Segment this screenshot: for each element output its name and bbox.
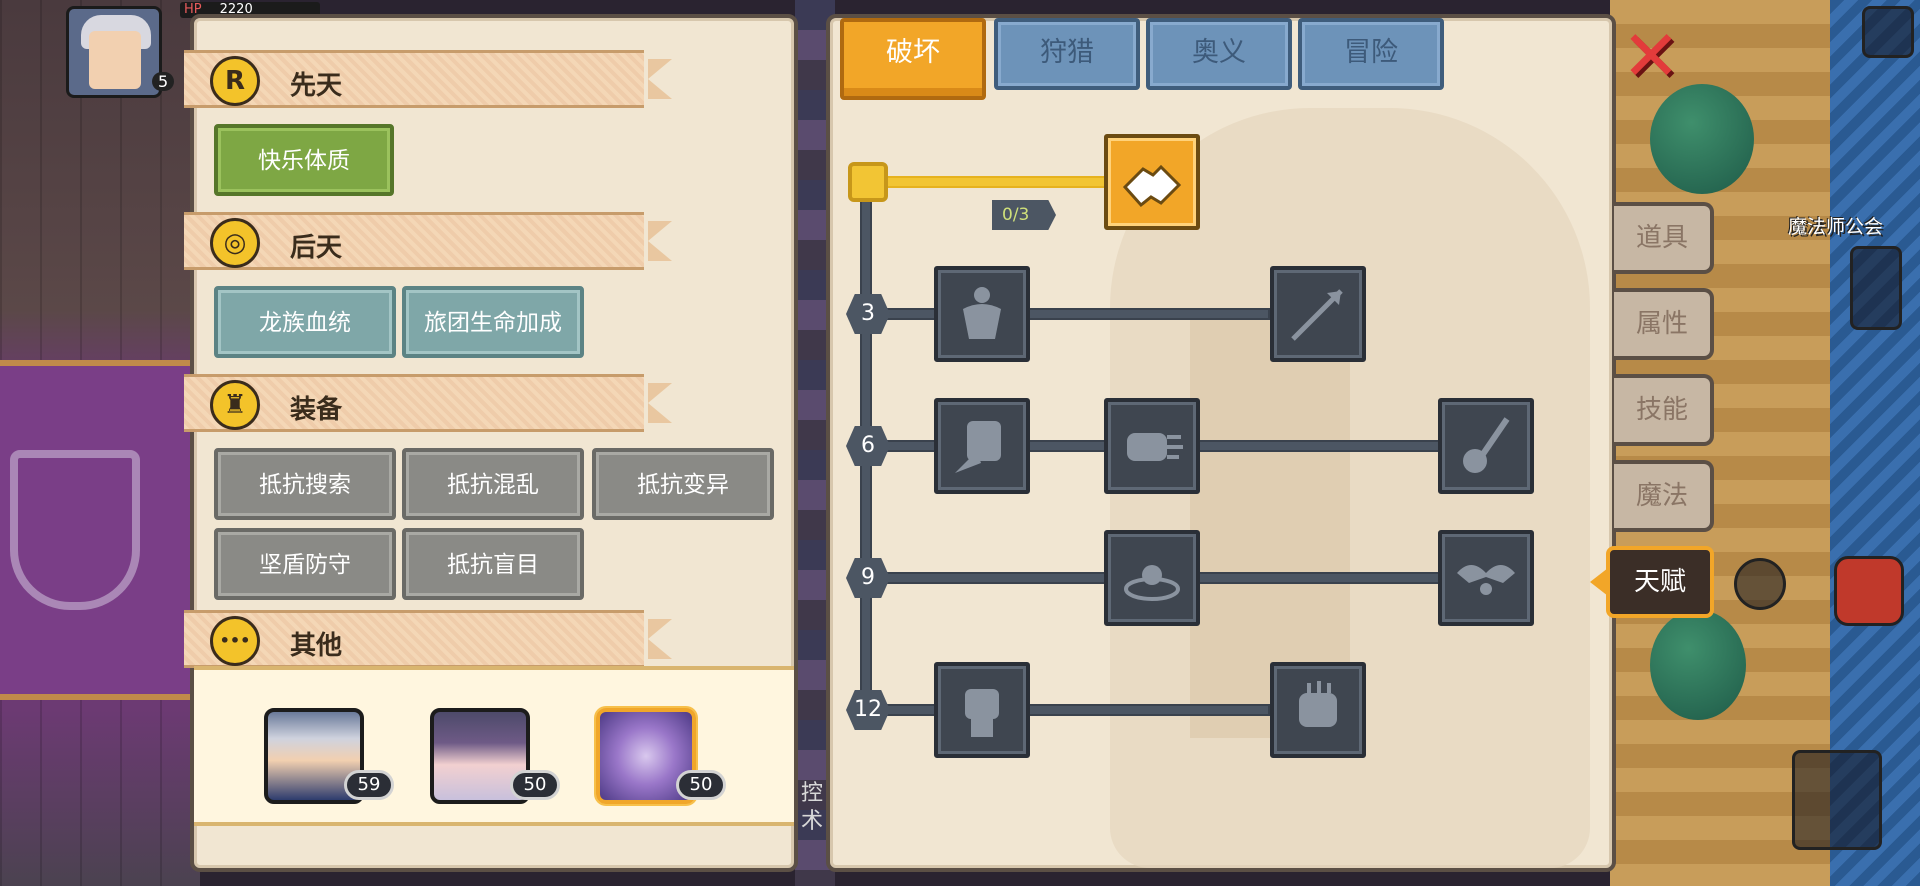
bow-weapon-icon[interactable] (1792, 750, 1882, 850)
skill-handshake[interactable] (1104, 134, 1200, 230)
skill-shockwave[interactable] (1104, 530, 1200, 626)
guild-crest-emblem (10, 450, 140, 610)
skill-strength[interactable] (934, 266, 1030, 362)
skill-shield-strike[interactable] (934, 398, 1030, 494)
character-level-badge: 50 (676, 770, 726, 800)
rank-r-icon: R (210, 56, 260, 106)
tier-node: 3 (846, 294, 890, 334)
character-level-badge: 59 (344, 770, 394, 800)
section-banner-acquired: ◎ 后天 (184, 212, 672, 270)
bat-wing-icon (1457, 565, 1515, 595)
tree-branch-line-unlocked (870, 176, 1106, 188)
side-menu-talent[interactable]: 天赋 (1590, 546, 1714, 618)
tier-node: 12 (846, 690, 890, 730)
raised-fist-icon (965, 689, 999, 737)
iron-fist-icon (1299, 681, 1337, 727)
blade-splash-icon (1463, 417, 1510, 473)
side-menu-attributes[interactable]: 属性 (1614, 288, 1714, 360)
section-title-acquired: 后天 (290, 233, 343, 263)
player-level-badge: 5 (152, 72, 175, 91)
player-portrait[interactable] (66, 6, 162, 98)
skill-arrow[interactable] (1270, 266, 1366, 362)
trait-tag[interactable]: 抵抗混乱 (402, 448, 584, 520)
skill-bat-wing[interactable] (1438, 530, 1534, 626)
section-banner-equipment: ♜ 装备 (184, 374, 672, 432)
section-banner-innate: R 先天 (184, 50, 672, 108)
banner-tail (648, 221, 672, 261)
handshake-icon (1122, 164, 1182, 208)
minimap-toggle-icon[interactable] (1862, 6, 1914, 58)
phone-icon[interactable] (1850, 246, 1902, 330)
tree-branch-line (870, 704, 1270, 716)
skill-blade-splash[interactable] (1438, 398, 1534, 494)
side-menu-skills[interactable]: 技能 (1614, 374, 1714, 446)
shield-strike-icon (955, 421, 1001, 473)
side-menu-talent-label: 天赋 (1633, 567, 1686, 597)
tier-node: 9 (846, 558, 890, 598)
fist-punch-icon (1127, 433, 1183, 461)
muscle-body-icon (963, 287, 1001, 339)
section-banner-other: ••• 其他 (184, 610, 672, 668)
hourglass-icon[interactable] (1734, 558, 1786, 610)
tree-start-node (848, 162, 888, 202)
banner-tail (648, 619, 672, 659)
trait-tag[interactable]: 坚盾防守 (214, 528, 396, 600)
trait-tag[interactable]: 抵抗变异 (592, 448, 774, 520)
tab-destruction[interactable]: 破坏 (840, 18, 986, 100)
close-icon[interactable]: ✕ (1620, 21, 1682, 91)
section-title-innate: 先天 (290, 71, 343, 101)
map-location-label: 魔法师公会 (1788, 216, 1884, 238)
sword-weapon-icon[interactable] (1620, 750, 1700, 830)
tree-sprite (1650, 84, 1754, 194)
tab-hunting[interactable]: 狩猎 (994, 18, 1140, 90)
dots-icon: ••• (210, 616, 260, 666)
section-title-equipment: 装备 (290, 395, 343, 425)
trait-tag[interactable]: 抵抗盲目 (402, 528, 584, 600)
portrait-face (89, 31, 141, 89)
tab-arcana[interactable]: 奥义 (1146, 18, 1292, 90)
skill-iron-fist[interactable] (1270, 662, 1366, 758)
trait-tag[interactable]: 抵抗搜索 (214, 448, 396, 520)
ripple-orb-icon (1124, 565, 1180, 601)
skill-punch[interactable] (1104, 398, 1200, 494)
character-selector: 59 50 50 (194, 666, 794, 826)
arrow-strike-icon (1291, 289, 1343, 341)
tab-adventure[interactable]: 冒险 (1298, 18, 1444, 90)
background-vertical-text: 控术 (800, 781, 823, 834)
banner-tail (648, 59, 672, 99)
tree-branch-line (870, 308, 1270, 320)
trait-tag[interactable]: 旅团生命加成 (402, 286, 584, 358)
banner-tail (648, 383, 672, 423)
skill-raised-fist[interactable] (934, 662, 1030, 758)
tier-node: 6 (846, 426, 890, 466)
tree-sprite (1650, 610, 1746, 720)
game-world-background-left (0, 0, 200, 886)
section-title-other: 其他 (290, 631, 343, 661)
trait-tag[interactable]: 龙族血统 (214, 286, 396, 358)
swirl-icon: ◎ (210, 218, 260, 268)
skill-progress-counter: 0/3 (992, 200, 1056, 230)
side-menu-magic[interactable]: 魔法 (1614, 460, 1714, 532)
traits-panel: R 先天 快乐体质 ◎ 后天 龙族血统 旅团生命加成 ♜ 装备 抵抗搜索 抵抗混… (184, 14, 798, 872)
character-level-badge: 50 (510, 770, 560, 800)
trait-tag[interactable]: 快乐体质 (214, 124, 394, 196)
side-menu-items[interactable]: 道具 (1614, 202, 1714, 274)
armor-icon: ♜ (210, 380, 260, 430)
active-pointer-icon (1590, 568, 1608, 596)
gem-action-icon[interactable] (1834, 556, 1904, 626)
